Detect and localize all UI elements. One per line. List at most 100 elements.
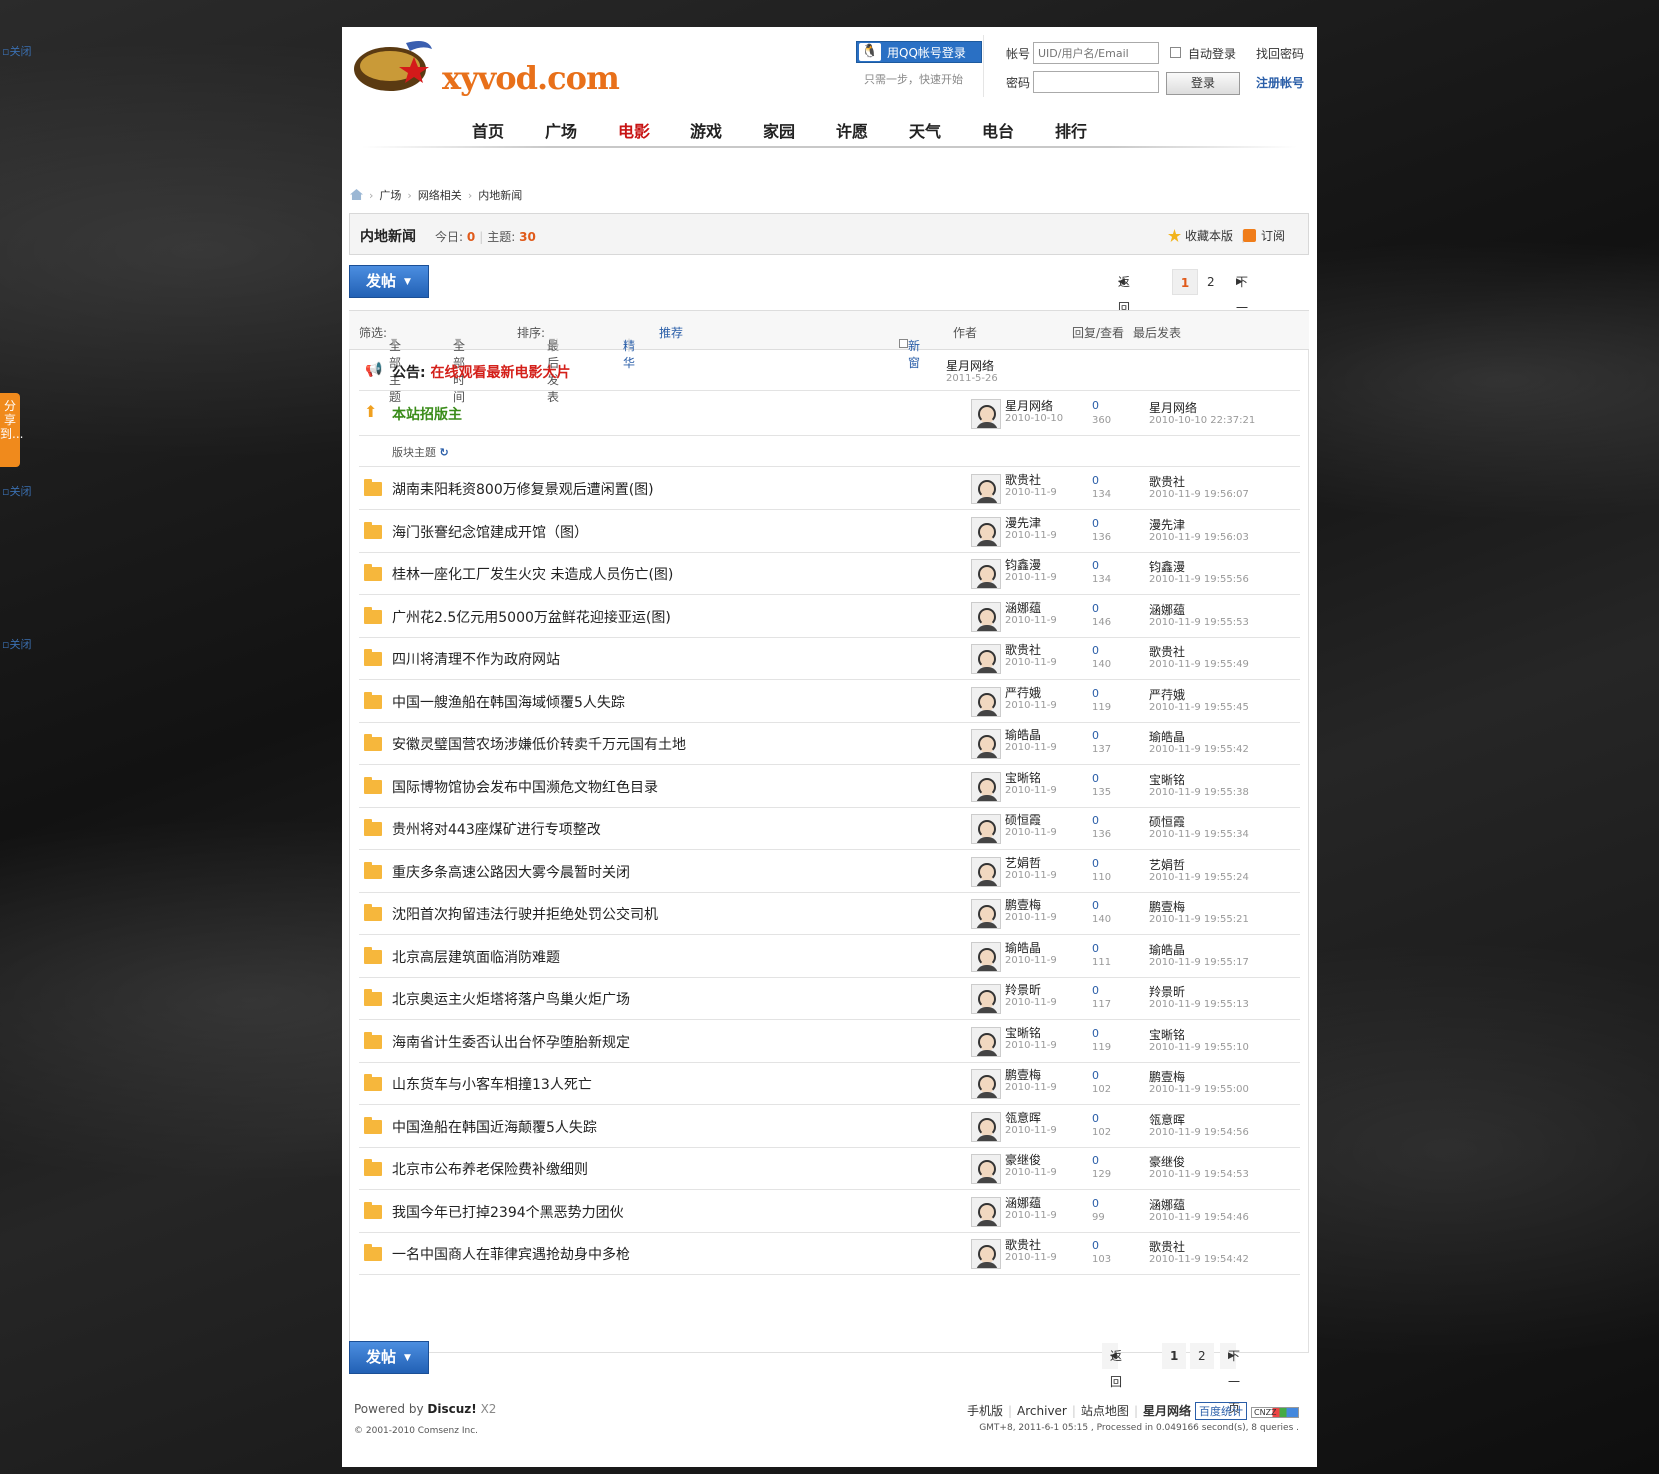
avatar[interactable] [971,399,1001,429]
thread-title[interactable]: 中国渔船在韩国近海颠覆5人失踪 [392,1117,597,1137]
new-window-checkbox[interactable] [899,339,908,348]
refresh-icon[interactable]: ↻ [440,446,449,459]
thread-last-by[interactable]: 歌贵社 [1149,473,1185,490]
thread-author[interactable]: 严荇娥 [1005,684,1041,701]
filter-recommend[interactable]: 推荐 [659,324,683,341]
nav-item-ranking[interactable]: 排行 [1055,118,1087,142]
avatar[interactable] [971,1154,1001,1184]
thread-title[interactable]: 中国一艘渔船在韩国海域倾覆5人失踪 [392,692,625,712]
thread-title[interactable]: 一名中国商人在菲律宾遇抢劫身中多枪 [392,1244,630,1264]
thread-author[interactable]: 漫先津 [1005,514,1041,531]
new-window-toggle[interactable]: 新窗 [899,324,920,370]
thread-title[interactable]: 安徽灵璧国营农场涉嫌低价转卖千万元国有土地 [392,734,686,754]
thread-title[interactable]: 贵州将对443座煤矿进行专项整改 [392,819,601,839]
table-row[interactable]: 中国渔船在韩国近海颠覆5人失踪 瓴意晖 2010-11-9 0 102 瓴意晖 2010-1… [359,1105,1300,1148]
table-row[interactable]: 国际博物馆协会发布中国濒危文物红色目录 宝晰铭 2010-11-9 0 135 宝晰铭 20… [359,765,1300,808]
avatar[interactable] [971,1069,1001,1099]
table-row[interactable]: 安徽灵璧国营农场涉嫌低价转卖千万元国有土地 瑜皓晶 2010-11-9 0 137 瑜皓晶… [359,722,1300,765]
nav-item-movie[interactable]: 电影 [618,118,650,142]
thread-title[interactable]: 北京奥运主火炬塔将落户鸟巢火炬广场 [392,989,630,1009]
thread-last-by[interactable]: 钧鑫漫 [1149,558,1185,575]
thread-last-by[interactable]: 鹏壹梅 [1149,1068,1185,1085]
discuz-link[interactable]: Discuz! [427,1402,476,1416]
thread-title[interactable]: 北京高层建筑面临消防难题 [392,947,560,967]
thread-last-by[interactable]: 羚景昕 [1149,983,1185,1000]
thread-title[interactable]: 沈阳首次拘留违法行驶并拒绝处罚公交司机 [392,904,658,924]
avatar[interactable] [971,984,1001,1014]
login-button[interactable]: 登录 [1166,72,1240,95]
thread-last-by[interactable]: 涵娜蕴 [1149,601,1185,618]
avatar[interactable] [971,942,1001,972]
nav-item-radio[interactable]: 电台 [982,118,1014,142]
thread-author[interactable]: 宝晰铭 [1005,769,1041,786]
avatar[interactable] [971,1239,1001,1269]
table-row[interactable]: 一名中国商人在菲律宾遇抢劫身中多枪 歌贵社 2010-11-9 0 103 歌贵社 2010… [359,1232,1300,1275]
sticky-row[interactable]: ⬆ 本站招版主 星月网络 2010-10-10 0 360 星月网络 2010-… [359,391,1300,436]
sticky-title[interactable]: 本站招版主 [392,404,462,424]
avatar[interactable] [971,1112,1001,1142]
announcement-title[interactable]: 在线观看最新电影大片 [430,365,570,381]
avatar[interactable] [971,644,1001,674]
table-row[interactable]: 海门张謇纪念馆建成开馆（图） 漫先津 2010-11-9 0 136 漫先津 2010-11… [359,510,1300,553]
thread-title[interactable]: 广州花2.5亿元用5000万盆鲜花迎接亚运(图) [392,607,671,627]
site-logo[interactable]: xyvod.com [352,35,620,97]
breadcrumb-item[interactable]: 网络相关 [418,189,462,202]
table-row[interactable]: 广州花2.5亿元用5000万盆鲜花迎接亚运(图) 涵娜蕴 2010-11-9 0 146… [359,595,1300,638]
nav-item-home[interactable]: 首页 [472,118,504,142]
pager-page-1[interactable]: 1 [1172,269,1198,295]
new-post-button-top[interactable]: 发帖 ▼ [349,265,429,298]
thread-author[interactable]: 宝晰铭 [1005,1024,1041,1041]
footer-link-mobile[interactable]: 手机版 [967,1404,1003,1418]
avatar[interactable] [971,857,1001,887]
thread-last-by[interactable]: 严荇娥 [1149,686,1185,703]
table-row[interactable]: 中国一艘渔船在韩国海域倾覆5人失踪 严荇娥 2010-11-9 0 119 严荇娥 2010… [359,680,1300,723]
thread-last-by[interactable]: 硕恒霞 [1149,813,1185,830]
password-input[interactable] [1033,71,1159,93]
avatar[interactable] [971,1197,1001,1227]
avatar[interactable] [971,814,1001,844]
avatar[interactable] [971,687,1001,717]
favorite-forum-button[interactable]: 收藏本版| [1168,227,1253,244]
close-link-3[interactable]: ▫关闭 [2,636,31,652]
find-password-link[interactable]: 找回密码 [1256,45,1304,62]
thread-last-by[interactable]: 歌贵社 [1149,643,1185,660]
cnzz-badge[interactable]: CNZZ [1251,1407,1299,1418]
thread-last-by[interactable]: 瑜皓晶 [1149,941,1185,958]
table-row[interactable]: 海南省计生委否认出台怀孕堕胎新规定 宝晰铭 2010-11-9 0 119 宝晰铭 2010… [359,1020,1300,1063]
thread-title[interactable]: 海门张謇纪念馆建成开馆（图） [392,522,588,542]
table-row[interactable]: 北京市公布养老保险费补缴细则 豪继俊 2010-11-9 0 129 豪继俊 2010-11… [359,1147,1300,1190]
footer-link-sitemap[interactable]: 站点地图 [1081,1404,1129,1418]
footer-link-archiver[interactable]: Archiver [1017,1404,1067,1418]
thread-last-by[interactable]: 宝晰铭 [1149,771,1185,788]
thread-title[interactable]: 国际博物馆协会发布中国濒危文物红色目录 [392,777,658,797]
nav-item-home-garden[interactable]: 家园 [763,118,795,142]
thread-title[interactable]: 北京市公布养老保险费补缴细则 [392,1159,588,1179]
footer-link-site[interactable]: 星月网络 [1143,1404,1191,1418]
thread-author[interactable]: 豪继俊 [1005,1151,1041,1168]
auto-login-checkbox[interactable] [1170,47,1181,58]
announcement-row[interactable]: 📢 公告: 在线观看最新电影大片 星月网络 2011-5-26 [359,350,1300,391]
register-link[interactable]: 注册帐号 [1256,74,1304,91]
thread-author[interactable]: 歌贵社 [1005,641,1041,658]
thread-last-by[interactable]: 宝晰铭 [1149,1026,1185,1043]
avatar[interactable] [971,602,1001,632]
breadcrumb-item[interactable]: 广场 [379,189,401,202]
thread-author[interactable]: 羚景昕 [1005,981,1041,998]
avatar[interactable] [971,559,1001,589]
pager-back[interactable]: ◀ 返 回 [1102,1343,1122,1389]
thread-last-by[interactable]: 艺娟哲 [1149,856,1185,873]
table-row[interactable]: 山东货车与小客车相撞13人死亡 鹏壹梅 2010-11-9 0 102 鹏壹梅 2010-1… [359,1062,1300,1105]
avatar[interactable] [971,772,1001,802]
thread-author[interactable]: 歌贵社 [1005,471,1041,488]
baidu-stats-badge[interactable]: 百度统计 [1195,1402,1247,1420]
thread-author[interactable]: 鹏壹梅 [1005,896,1041,913]
thread-title[interactable]: 重庆多条高速公路因大雾今晨暂时关闭 [392,862,630,882]
pager-page-1[interactable]: 1 [1162,1343,1187,1369]
thread-author[interactable]: 鹏壹梅 [1005,1066,1041,1083]
qq-login-button[interactable]: 🐧 用QQ帐号登录 [856,41,982,63]
thread-title[interactable]: 我国今年已打掉2394个黑恶势力团伙 [392,1202,624,1222]
thread-last-by[interactable]: 瑜皓晶 [1149,728,1185,745]
avatar[interactable] [971,1027,1001,1057]
thread-last-by[interactable]: 豪继俊 [1149,1153,1185,1170]
pager-page-2[interactable]: 2 [1190,1343,1214,1369]
